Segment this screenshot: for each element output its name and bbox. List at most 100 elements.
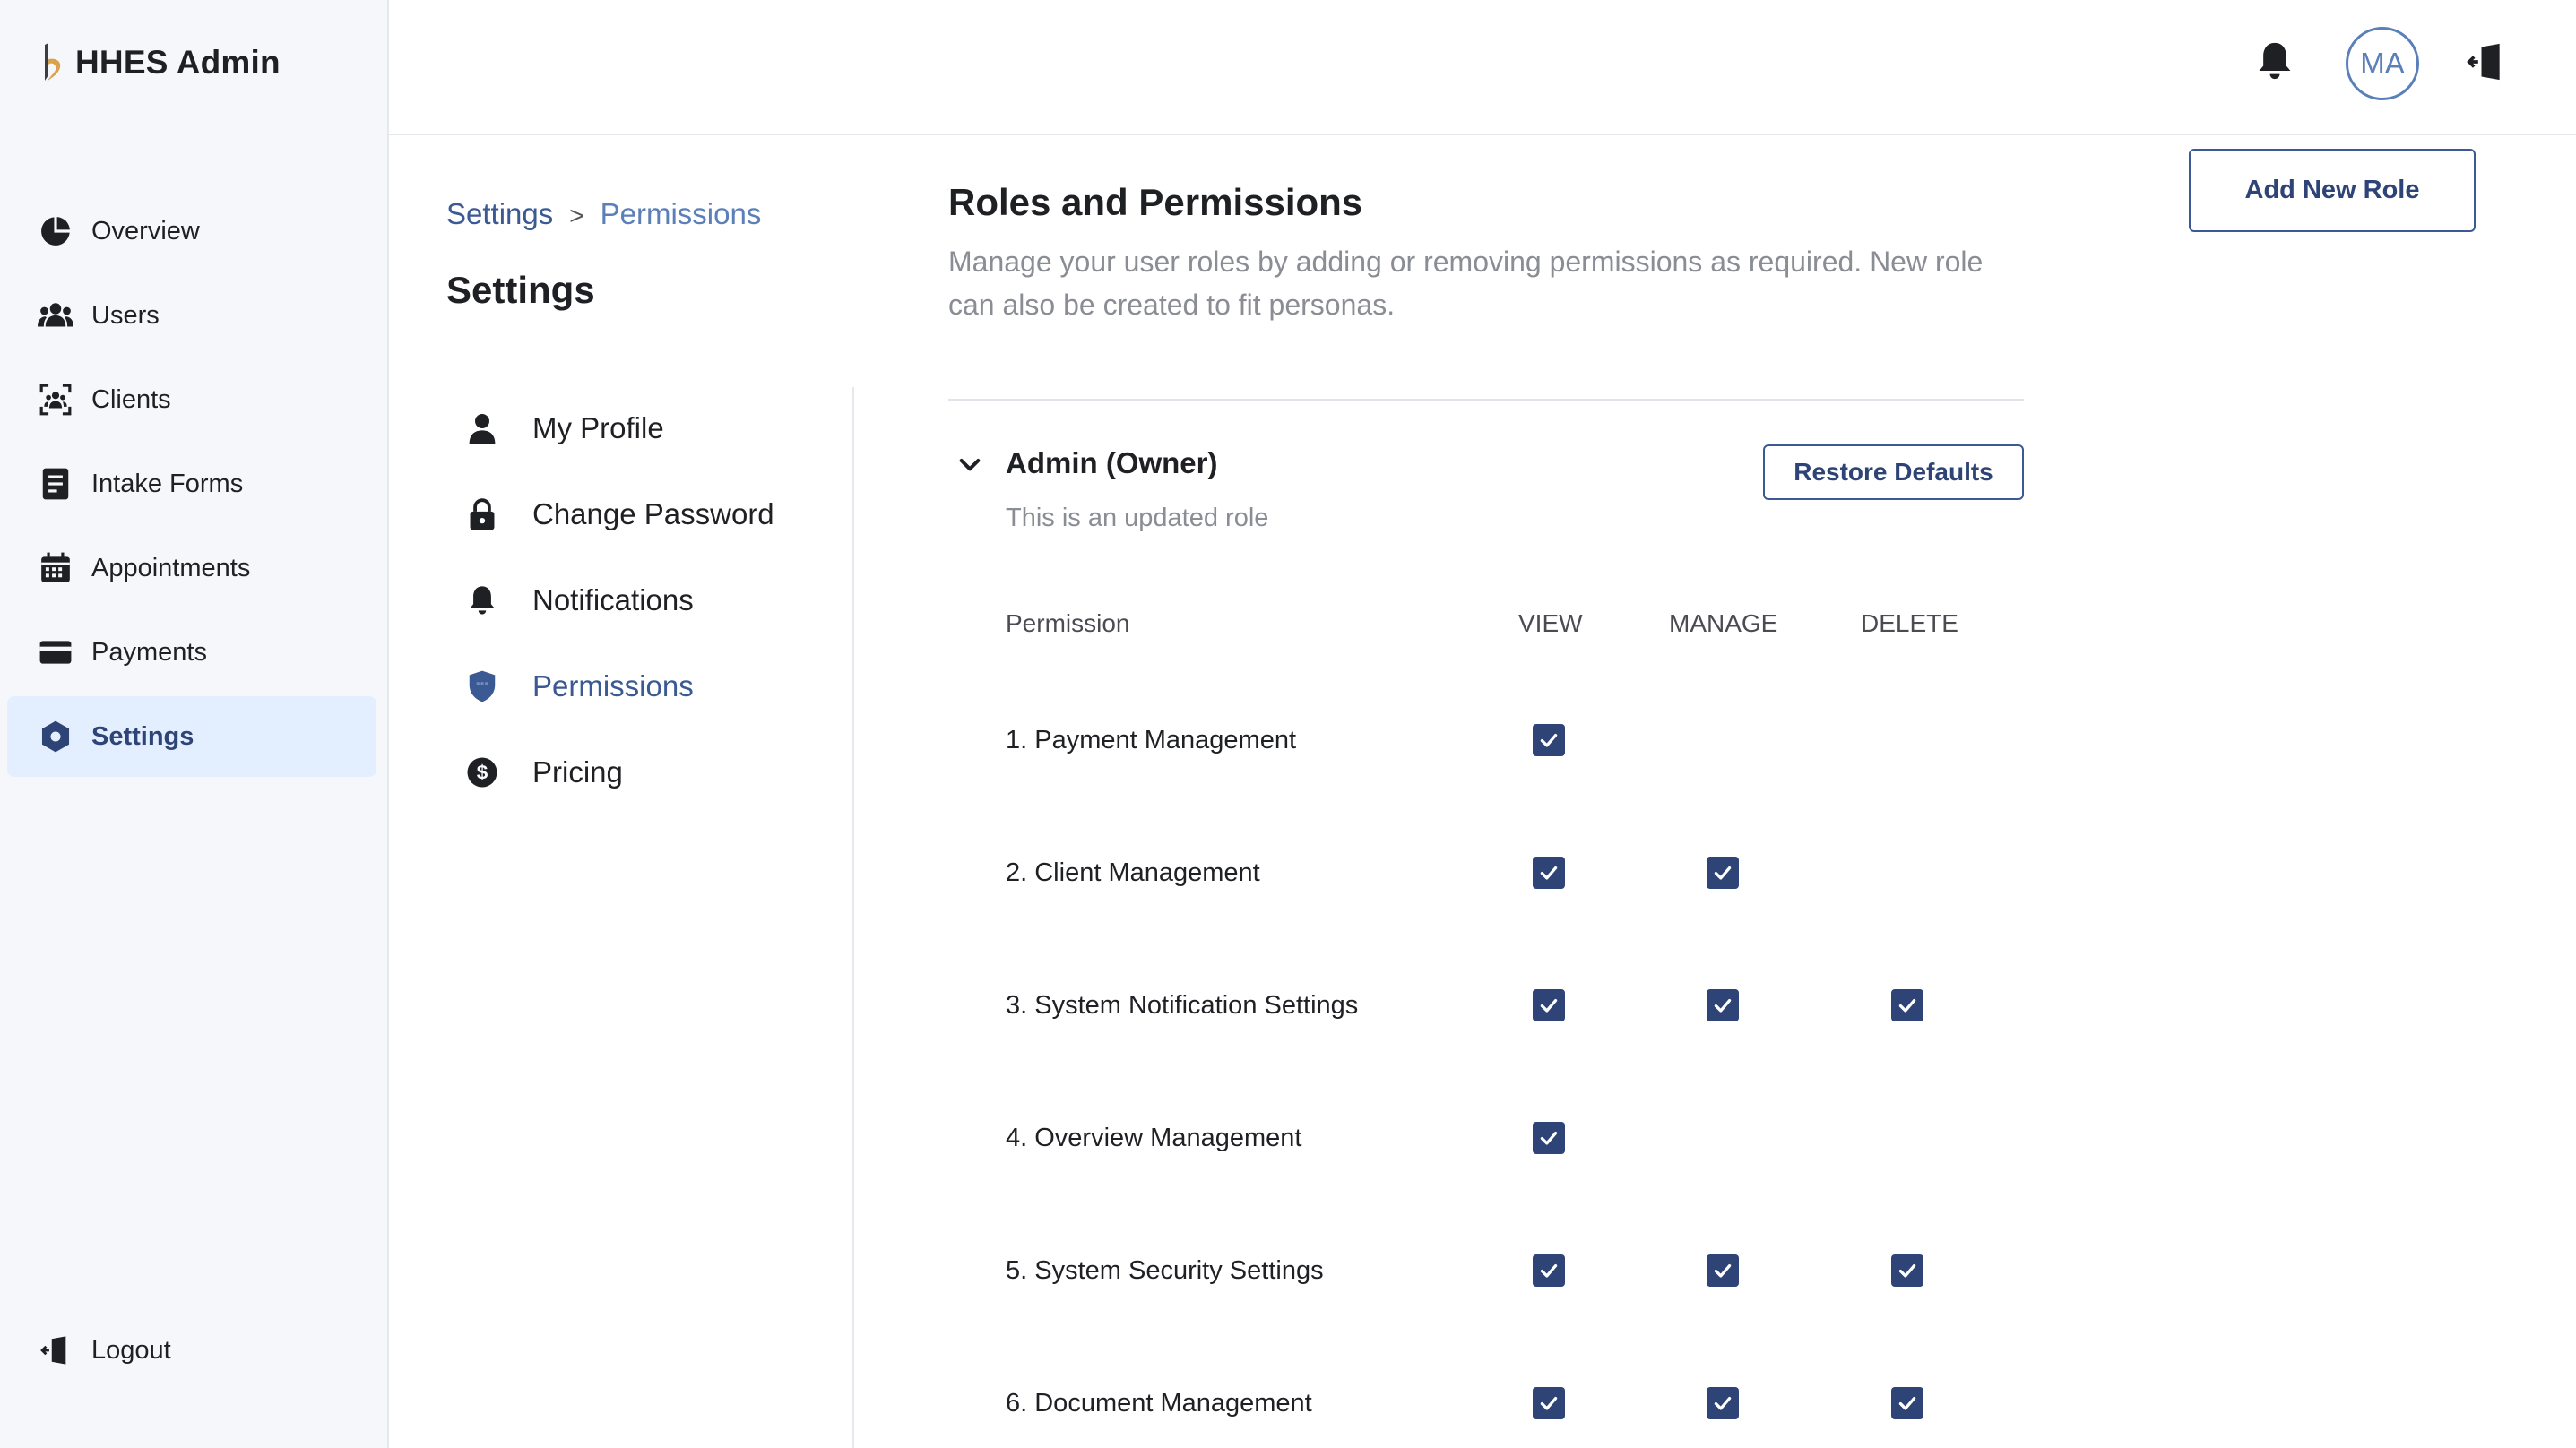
settings-menu-permissions[interactable]: Permissions: [448, 655, 825, 718]
calendar-icon: [38, 550, 73, 586]
column-header-delete: DELETE: [1861, 609, 1958, 637]
sidebar: HHES Admin Overview Users Clients Intake…: [0, 0, 389, 1448]
checkmark-icon: [1714, 1263, 1732, 1278]
sidebar-item-settings[interactable]: Settings: [7, 696, 376, 777]
column-header-view: VIEW: [1518, 609, 1583, 637]
checkmark-icon: [1714, 1396, 1732, 1410]
breadcrumb: Settings > Permissions: [446, 197, 761, 231]
avatar[interactable]: MA: [2346, 27, 2419, 100]
shield-icon: [464, 668, 500, 704]
chevron-down-icon[interactable]: [955, 450, 984, 478]
breadcrumb-current: Permissions: [600, 197, 762, 230]
sidebar-item-label: Settings: [91, 721, 194, 751]
breadcrumb-separator: >: [569, 202, 584, 229]
settings-menu-label: Permissions: [532, 669, 694, 702]
view-checkbox[interactable]: [1533, 989, 1565, 1021]
brand-name: HHES Admin: [75, 44, 281, 81]
checkmark-icon: [1540, 1396, 1558, 1410]
view-checkbox[interactable]: [1533, 1122, 1565, 1154]
brand-logo-icon: [45, 43, 61, 82]
credit-card-icon: [38, 634, 73, 670]
column-divider: [852, 387, 854, 1448]
logout-icon[interactable]: [2467, 41, 2506, 82]
settings-icon: [38, 719, 73, 754]
delete-checkbox[interactable]: [1891, 989, 1923, 1021]
brand[interactable]: HHES Admin: [39, 41, 281, 84]
permission-name: 4. Overview Management: [1006, 1124, 1302, 1152]
add-new-role-button[interactable]: Add New Role: [2189, 149, 2476, 232]
permission-name: 3. System Notification Settings: [1006, 991, 1359, 1020]
sidebar-item-intake-forms[interactable]: Intake Forms: [7, 444, 376, 524]
sidebar-item-users[interactable]: Users: [7, 275, 376, 356]
role-name: Admin (Owner): [1006, 446, 1218, 479]
sidebar-item-label: Appointments: [91, 553, 251, 582]
delete-checkbox[interactable]: [1891, 1254, 1923, 1287]
checkmark-icon: [1540, 866, 1558, 880]
view-checkbox[interactable]: [1533, 1254, 1565, 1287]
settings-menu-my-profile[interactable]: My Profile: [448, 397, 825, 460]
checkmark-icon: [1898, 998, 1916, 1013]
sidebar-item-label: Intake Forms: [91, 469, 244, 498]
settings-menu-change-password[interactable]: Change Password: [448, 483, 825, 546]
user-icon: [464, 410, 500, 446]
table-row: 2. Client Management: [948, 837, 2024, 909]
sidebar-item-payments[interactable]: Payments: [7, 612, 376, 693]
manage-checkbox[interactable]: [1707, 1254, 1739, 1287]
permission-name: 6. Document Management: [1006, 1389, 1312, 1418]
table-row: 3. System Notification Settings: [948, 970, 2024, 1041]
column-header-permission: Permission: [1006, 609, 1130, 637]
svg-text:$: $: [477, 762, 488, 784]
manage-checkbox[interactable]: [1707, 989, 1739, 1021]
permission-name: 5. System Security Settings: [1006, 1256, 1324, 1285]
permission-name: 2. Client Management: [1006, 858, 1260, 887]
settings-menu-label: Pricing: [532, 755, 623, 789]
manage-checkbox[interactable]: [1707, 1387, 1739, 1419]
view-checkbox[interactable]: [1533, 1387, 1565, 1419]
logout-button[interactable]: Logout: [7, 1310, 376, 1391]
role-description: This is an updated role: [1006, 504, 1269, 532]
settings-menu-label: Change Password: [532, 497, 774, 530]
top-bar: [389, 0, 2576, 135]
delete-checkbox[interactable]: [1891, 1387, 1923, 1419]
settings-menu-label: Notifications: [532, 583, 694, 616]
checkmark-icon: [1540, 1263, 1558, 1278]
pie-chart-icon: [38, 213, 73, 249]
manage-checkbox[interactable]: [1707, 857, 1739, 889]
table-row: 1. Payment Management: [948, 704, 2024, 776]
table-row: 4. Overview Management: [948, 1102, 2024, 1174]
settings-menu-pricing[interactable]: $ Pricing: [448, 741, 825, 804]
checkmark-icon: [1714, 866, 1732, 880]
sidebar-item-label: Users: [91, 300, 160, 330]
breadcrumb-settings-link[interactable]: Settings: [446, 197, 553, 231]
users-icon: [38, 297, 73, 333]
bell-icon: [464, 582, 500, 618]
form-icon: [38, 466, 73, 502]
sidebar-item-label: Payments: [91, 637, 207, 667]
dollar-icon: $: [464, 754, 500, 790]
section-description: Manage your user roles by adding or remo…: [948, 246, 1984, 321]
logout-icon: [38, 1332, 73, 1368]
sidebar-item-label: Clients: [91, 384, 171, 414]
checkmark-icon: [1540, 998, 1558, 1013]
restore-defaults-button[interactable]: Restore Defaults: [1763, 444, 2024, 500]
table-row: 5. System Security Settings: [948, 1235, 2024, 1306]
settings-menu-notifications[interactable]: Notifications: [448, 569, 825, 632]
checkmark-icon: [1540, 1131, 1558, 1145]
page-title: Settings: [446, 269, 595, 311]
lock-icon: [464, 496, 500, 532]
checkmark-icon: [1898, 1263, 1916, 1278]
section-title: Roles and Permissions: [948, 181, 1363, 223]
checkmark-icon: [1714, 998, 1732, 1013]
view-checkbox[interactable]: [1533, 857, 1565, 889]
sidebar-item-clients[interactable]: Clients: [7, 359, 376, 440]
view-checkbox[interactable]: [1533, 724, 1565, 756]
table-row: 6. Document Management: [948, 1367, 2024, 1439]
notifications-bell-icon[interactable]: [2255, 39, 2295, 82]
settings-menu-label: My Profile: [532, 411, 664, 444]
sidebar-item-appointments[interactable]: Appointments: [7, 528, 376, 608]
checkmark-icon: [1898, 1396, 1916, 1410]
sidebar-item-overview[interactable]: Overview: [7, 191, 376, 272]
sidebar-item-label: Overview: [91, 216, 200, 246]
section-divider: [948, 399, 2024, 401]
clients-icon: [38, 382, 73, 418]
